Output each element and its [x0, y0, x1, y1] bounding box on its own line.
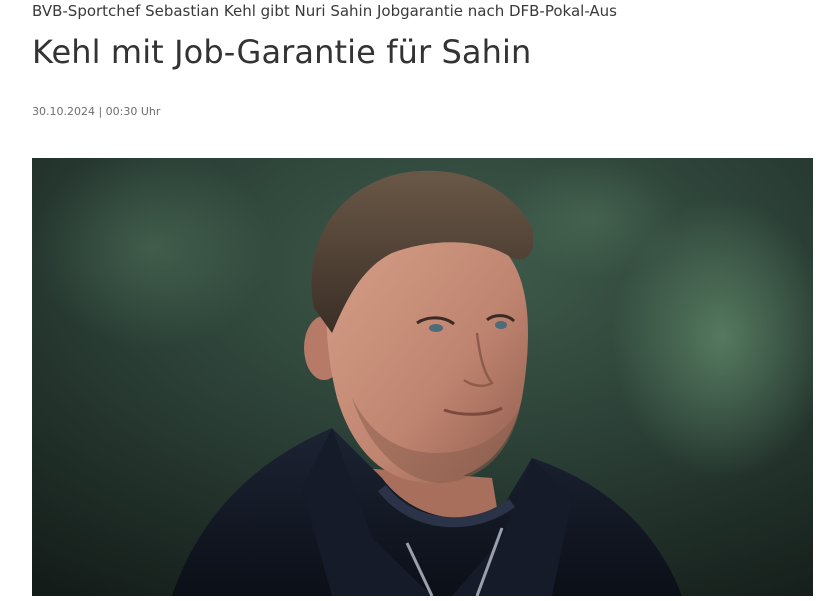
- article-headline: Kehl mit Job-Garantie für Sahin: [32, 33, 532, 71]
- article-page: BVB-Sportchef Sebastian Kehl gibt Nuri S…: [0, 0, 830, 601]
- hero-photo-illustration: [32, 158, 813, 596]
- article-dateline: 30.10.2024 | 00:30 Uhr: [32, 105, 161, 118]
- article-kicker: BVB-Sportchef Sebastian Kehl gibt Nuri S…: [32, 2, 617, 20]
- hero-image[interactable]: [32, 158, 813, 596]
